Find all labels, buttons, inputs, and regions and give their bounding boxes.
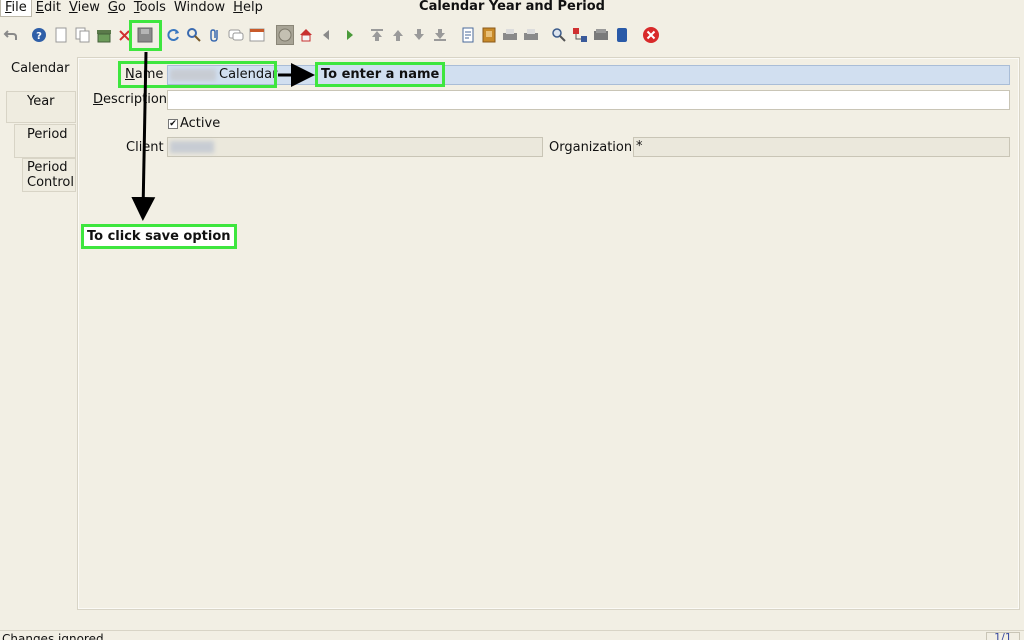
status-bar: Changes ignored 1/1 — [0, 630, 1024, 640]
arrow-to-save-callout — [131, 51, 156, 221]
status-message: Changes ignored — [2, 632, 104, 640]
annotation-arrows — [131, 51, 315, 221]
record-counter[interactable]: 1/1 — [986, 632, 1020, 640]
